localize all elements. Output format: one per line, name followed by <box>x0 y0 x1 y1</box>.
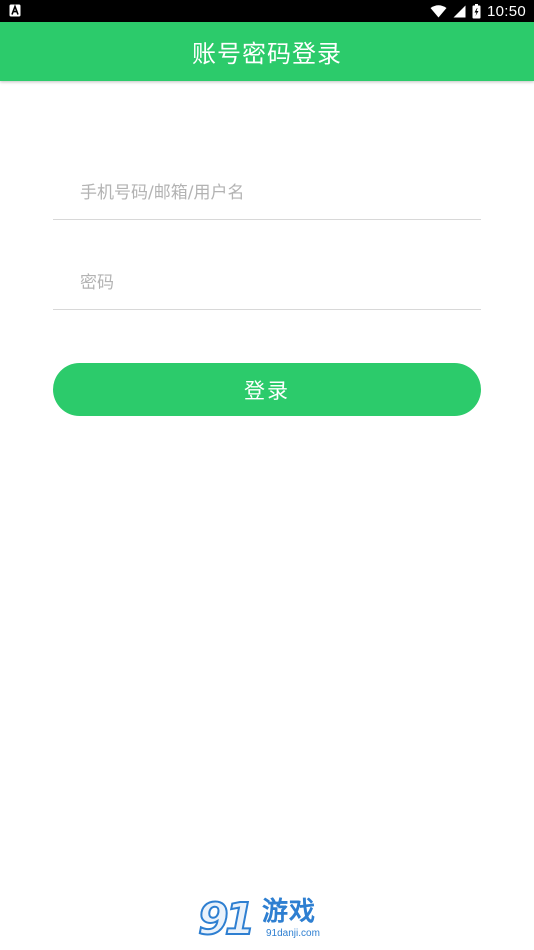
page-title: 账号密码登录 <box>192 40 342 68</box>
app-bar: 账号密码登录 <box>0 22 534 81</box>
watermark-logo: 91 游戏 91danji.com <box>197 894 338 947</box>
password-field-container <box>53 257 481 310</box>
password-input[interactable] <box>53 257 481 309</box>
wifi-icon <box>430 4 447 17</box>
status-bar: 10:50 <box>0 0 534 22</box>
status-icons: 10:50 <box>430 0 526 22</box>
account-field-container <box>53 167 481 220</box>
notification-a-icon <box>9 4 21 17</box>
watermark-logo-number: 91 <box>197 894 256 946</box>
signal-icon <box>453 5 466 17</box>
status-time: 10:50 <box>486 2 526 20</box>
watermark-logo-domain: 91danji.com <box>266 928 320 939</box>
login-button[interactable]: 登录 <box>53 363 481 416</box>
login-screen: 10:50 账号密码登录 登录 91 游戏 91danji.com <box>0 0 534 950</box>
battery-icon <box>472 3 481 18</box>
account-input[interactable] <box>53 167 481 219</box>
watermark-logo-text: 游戏 <box>262 897 317 927</box>
